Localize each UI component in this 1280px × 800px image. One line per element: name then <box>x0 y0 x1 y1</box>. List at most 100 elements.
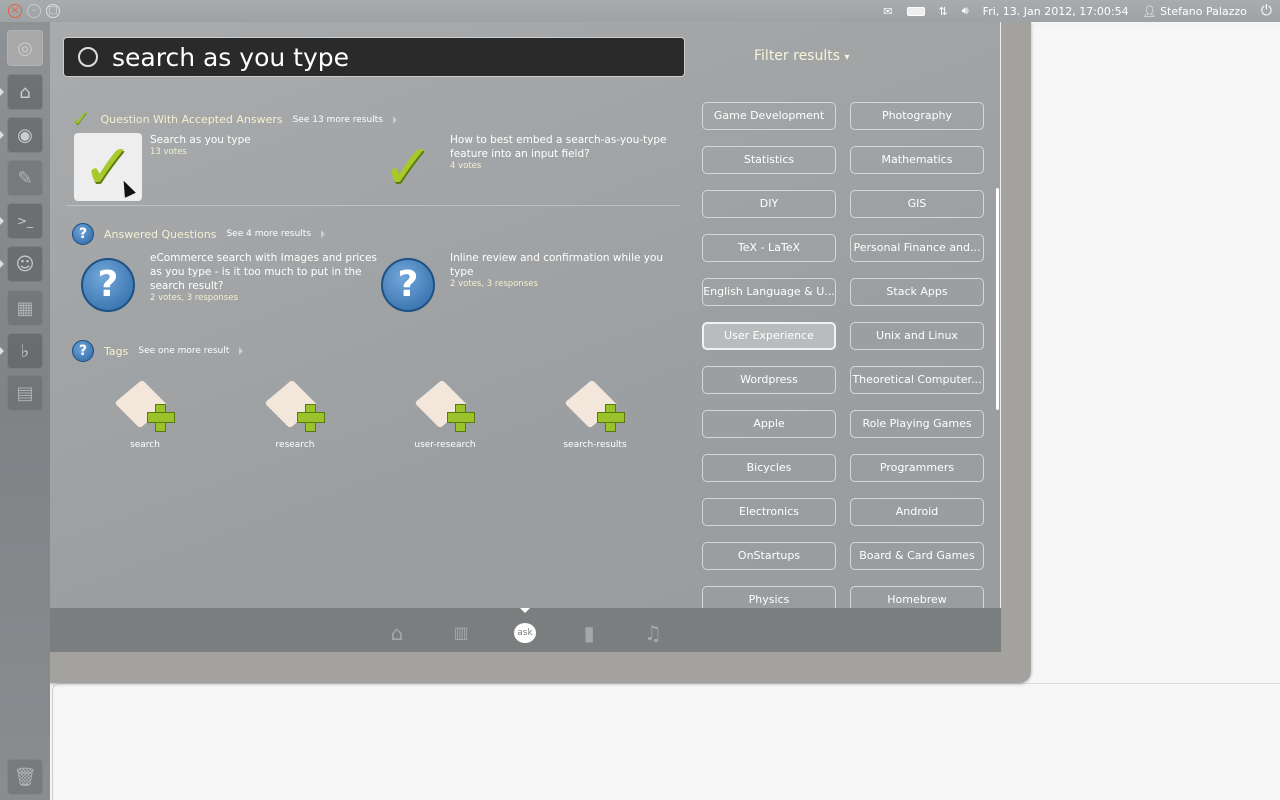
ubuntu-dash-icon[interactable]: ◎ <box>7 30 43 66</box>
search-bar <box>63 37 685 77</box>
result-meta: 2 votes, 3 responses <box>150 293 238 303</box>
tag-add-icon <box>114 376 175 436</box>
filter-button[interactable]: English Language & U... <box>702 278 836 306</box>
files-lens-icon[interactable]: ▮ <box>578 622 600 644</box>
tag-add-icon <box>564 376 625 436</box>
user-icon: 👤︎ <box>1142 4 1157 18</box>
filter-button[interactable]: Apple <box>702 410 836 438</box>
tag-result[interactable]: search-results <box>545 376 645 450</box>
result-item[interactable]: ? Inline review and confirmation while y… <box>374 251 678 319</box>
clock[interactable]: Fri, 13. Jan 2012, 17:00:54 <box>983 5 1129 18</box>
chromium-icon[interactable]: ◉ <box>7 117 43 153</box>
filter-button[interactable]: Electronics <box>702 498 836 526</box>
ask-lens-icon[interactable]: ask <box>514 622 536 644</box>
filter-button[interactable]: Personal Finance and... <box>850 234 984 262</box>
search-icon <box>78 47 98 67</box>
filter-results-toggle[interactable]: Filter results ▾ <box>754 48 850 64</box>
battery-icon[interactable] <box>906 6 925 16</box>
category-header-accepted: ✓ Question With Accepted Answers See 13 … <box>72 107 397 132</box>
text-editor-icon[interactable]: ✎ <box>7 160 43 196</box>
close-button[interactable]: × <box>8 4 22 18</box>
applications-lens-icon[interactable]: ▥ <box>450 622 472 644</box>
background-window-lower <box>52 683 1280 800</box>
filter-button[interactable]: Android <box>850 498 984 526</box>
filter-button[interactable]: Homebrew <box>850 586 984 608</box>
filter-button[interactable]: Physics <box>702 586 836 608</box>
background-window <box>1030 27 1280 683</box>
check-icon: ✓ <box>72 107 91 132</box>
filter-button[interactable]: Photography <box>850 102 984 130</box>
network-icon[interactable]: ⇅ <box>939 5 948 18</box>
filter-button[interactable]: User Experience <box>702 322 836 350</box>
tag-result[interactable]: research <box>245 376 345 450</box>
filter-button[interactable]: Game Development <box>702 102 836 130</box>
tag-result[interactable]: user-research <box>395 376 495 450</box>
launcher: ◎ ⌂ ◉ ✎ >_ ☺ ▦ ♭ ▤ 🗑︎ <box>0 22 50 800</box>
banshee-icon[interactable]: ♭ <box>7 333 43 369</box>
home-lens-icon[interactable]: ⌂ <box>386 622 408 644</box>
running-indicator <box>0 347 4 355</box>
filter-button-grid: Game Development Photography Statistics Mat… <box>690 90 1000 608</box>
running-indicator <box>0 260 4 268</box>
filter-button[interactable]: Bicycles <box>702 454 836 482</box>
filter-scrollbar[interactable] <box>996 188 999 410</box>
workspace-switcher-icon[interactable]: ▤ <box>7 375 43 411</box>
see-more-link[interactable]: See 4 more results <box>226 229 311 239</box>
filter-button[interactable]: TeX - LaTeX <box>702 234 836 262</box>
result-item[interactable]: ✓ How to best embed a search-as-you-type… <box>374 133 678 201</box>
active-lens-indicator <box>520 608 530 613</box>
ask-lens-label: ask <box>514 623 536 643</box>
filter-button[interactable]: Stack Apps <box>850 278 984 306</box>
calculator-icon[interactable]: ▦ <box>7 290 43 326</box>
minimize-button[interactable]: – <box>27 4 41 18</box>
filter-button[interactable]: Theoretical Computer... <box>850 366 984 394</box>
filter-button[interactable]: GIS <box>850 190 984 218</box>
terminal-icon[interactable]: >_ <box>7 203 43 239</box>
volume-icon[interactable]: 🔊︎ <box>962 4 969 18</box>
result-title: eCommerce search with Images and prices … <box>150 252 378 292</box>
music-lens-icon[interactable]: ♫ <box>642 622 664 644</box>
category-header-answered: ? Answered Questions See 4 more results <box>72 223 326 245</box>
running-indicator <box>0 217 4 225</box>
tag-label: search <box>130 440 160 450</box>
pidgin-icon[interactable]: ☺ <box>7 246 43 282</box>
trash-icon[interactable]: 🗑︎ <box>7 759 43 795</box>
result-title: Search as you type <box>150 134 251 146</box>
category-header-tags: ? Tags See one more result <box>72 340 244 362</box>
result-meta: 4 votes <box>450 161 482 171</box>
question-icon: ? <box>72 223 94 245</box>
see-more-link[interactable]: See one more result <box>138 346 229 356</box>
check-icon: ✓ <box>382 130 434 203</box>
filter-button[interactable]: Programmers <box>850 454 984 482</box>
filter-button[interactable]: Role Playing Games <box>850 410 984 438</box>
mail-icon[interactable]: ✉ <box>883 5 892 18</box>
divider <box>66 205 680 206</box>
category-title: Tags <box>104 344 129 358</box>
user-name: Stefano Palazzo <box>1160 4 1247 18</box>
filter-button[interactable]: Statistics <box>702 146 836 174</box>
see-more-link[interactable]: See 13 more results <box>293 115 383 125</box>
result-item[interactable]: ? eCommerce search with Images and price… <box>74 251 378 319</box>
filter-button[interactable]: Unix and Linux <box>850 322 984 350</box>
home-folder-icon[interactable]: ⌂ <box>7 74 43 110</box>
result-meta: 13 votes <box>150 147 187 157</box>
tag-add-icon <box>414 376 475 436</box>
power-icon[interactable]: ⏻ <box>1261 3 1272 19</box>
user-menu[interactable]: 👤︎ Stefano Palazzo <box>1143 5 1247 18</box>
running-indicator <box>0 131 4 139</box>
category-title: Answered Questions <box>104 227 217 241</box>
filter-button[interactable]: Wordpress <box>702 366 836 394</box>
filter-button[interactable]: OnStartups <box>702 542 836 570</box>
result-item[interactable]: ✓ Search as you type 13 votes <box>74 133 378 201</box>
filter-button[interactable]: Board & Card Games <box>850 542 984 570</box>
filter-button[interactable]: Mathematics <box>850 146 984 174</box>
maximize-button[interactable]: □ <box>46 4 60 18</box>
running-indicator <box>0 88 4 96</box>
tag-label: user-research <box>414 440 476 450</box>
arrow-right-icon <box>239 347 244 355</box>
filter-button[interactable]: DIY <box>702 190 836 218</box>
chevron-down-icon: ▾ <box>844 52 850 63</box>
tag-label: search-results <box>563 440 627 450</box>
tag-result[interactable]: search <box>95 376 195 450</box>
search-input[interactable] <box>112 42 672 72</box>
